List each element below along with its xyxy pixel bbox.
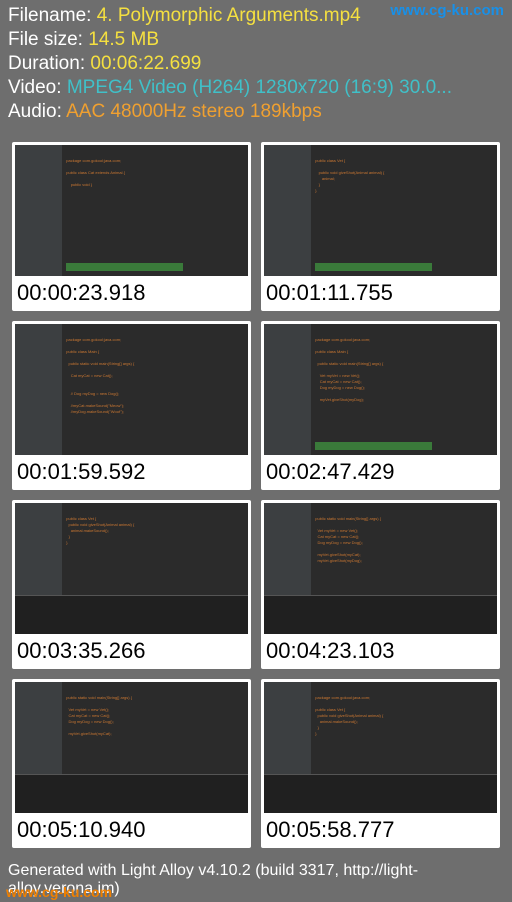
video-row: Video: MPEG4 Video (H264) 1280x720 (16:9… xyxy=(8,76,504,100)
console-panel xyxy=(15,774,248,813)
thumbnail-cell[interactable]: package com.gokool;java.com; public clas… xyxy=(261,321,500,490)
watermark-link-bottom: www.cg-ku.com xyxy=(6,884,112,900)
thumbnail-cell[interactable]: public static void main(String[] args) {… xyxy=(261,500,500,669)
tooltip-bar xyxy=(66,263,183,271)
thumbnail-image: package com.gokool;java.com; public clas… xyxy=(15,324,248,455)
code-preview: public class Vet { public void giveShot(… xyxy=(66,516,238,546)
code-preview: package com.gokool;java.com; public clas… xyxy=(315,695,487,737)
thumbnail-image: package com.gokool;java.com; public clas… xyxy=(264,324,497,455)
timestamp-label: 00:04:23.103 xyxy=(264,634,497,666)
code-preview: public class Vet { public void giveShot(… xyxy=(315,158,487,194)
timestamp-label: 00:03:35.266 xyxy=(15,634,248,666)
timestamp-label: 00:05:10.940 xyxy=(15,813,248,845)
duration-label: Duration: xyxy=(8,53,85,74)
duration-value: 00:06:22.699 xyxy=(90,53,201,74)
code-preview: package com.gokool;java.com; public clas… xyxy=(315,337,487,403)
code-preview: public static void main(String[] args) {… xyxy=(66,695,238,737)
timestamp-label: 00:02:47.429 xyxy=(264,455,497,487)
timestamp-label: 00:05:58.777 xyxy=(264,813,497,845)
footer-text: Generated with Light Alloy v4.10.2 (buil… xyxy=(0,858,512,902)
thumbnail-image: public static void main(String[] args) {… xyxy=(264,503,497,634)
thumbnail-cell[interactable]: public class Vet { public void giveShot(… xyxy=(12,500,251,669)
code-preview: package com.gokool;java.com; public clas… xyxy=(66,158,238,188)
video-value: MPEG4 Video (H264) 1280x720 (16:9) 30.0.… xyxy=(67,77,452,98)
audio-label: Audio: xyxy=(8,101,62,122)
console-panel xyxy=(15,595,248,634)
thumbnail-cell[interactable]: public class Vet { public void giveShot(… xyxy=(261,142,500,311)
thumbnail-cell[interactable]: package com.gokool;java.com; public clas… xyxy=(12,142,251,311)
filesize-value: 14.5 MB xyxy=(88,29,159,50)
timestamp-label: 00:00:23.918 xyxy=(15,276,248,308)
console-panel xyxy=(264,595,497,634)
thumbnail-image: package com.gokool;java.com; public clas… xyxy=(264,682,497,813)
timestamp-label: 00:01:11.755 xyxy=(264,276,497,308)
thumbnail-image: public static void main(String[] args) {… xyxy=(15,682,248,813)
watermark-link-top: www.cg-ku.com xyxy=(390,2,504,19)
thumbnail-cell[interactable]: package com.gokool;java.com; public clas… xyxy=(261,679,500,848)
audio-value: AAC 48000Hz stereo 189kbps xyxy=(66,101,322,122)
filesize-label: File size: xyxy=(8,29,83,50)
file-info-header: Filename: 4. Polymorphic Arguments.mp4 F… xyxy=(0,0,512,132)
video-label: Video: xyxy=(8,77,62,98)
duration-row: Duration: 00:06:22.699 xyxy=(8,52,504,76)
filename-value: 4. Polymorphic Arguments.mp4 xyxy=(97,5,361,26)
tooltip-bar xyxy=(315,263,432,271)
thumbnail-cell[interactable]: package com.gokool;java.com; public clas… xyxy=(12,321,251,490)
thumbnail-grid: package com.gokool;java.com; public clas… xyxy=(0,132,512,858)
thumbnail-image: package com.gokool;java.com; public clas… xyxy=(15,145,248,276)
timestamp-label: 00:01:59.592 xyxy=(15,455,248,487)
filesize-row: File size: 14.5 MB xyxy=(8,28,504,52)
code-preview: package com.gokool;java.com; public clas… xyxy=(66,337,238,415)
thumbnail-image: public class Vet { public void giveShot(… xyxy=(264,145,497,276)
tooltip-bar xyxy=(315,442,432,450)
thumbnail-image: public class Vet { public void giveShot(… xyxy=(15,503,248,634)
thumbnail-cell[interactable]: public static void main(String[] args) {… xyxy=(12,679,251,848)
audio-row: Audio: AAC 48000Hz stereo 189kbps xyxy=(8,100,504,124)
code-preview: public static void main(String[] args) {… xyxy=(315,516,487,564)
filename-label: Filename: xyxy=(8,5,91,26)
console-panel xyxy=(264,774,497,813)
